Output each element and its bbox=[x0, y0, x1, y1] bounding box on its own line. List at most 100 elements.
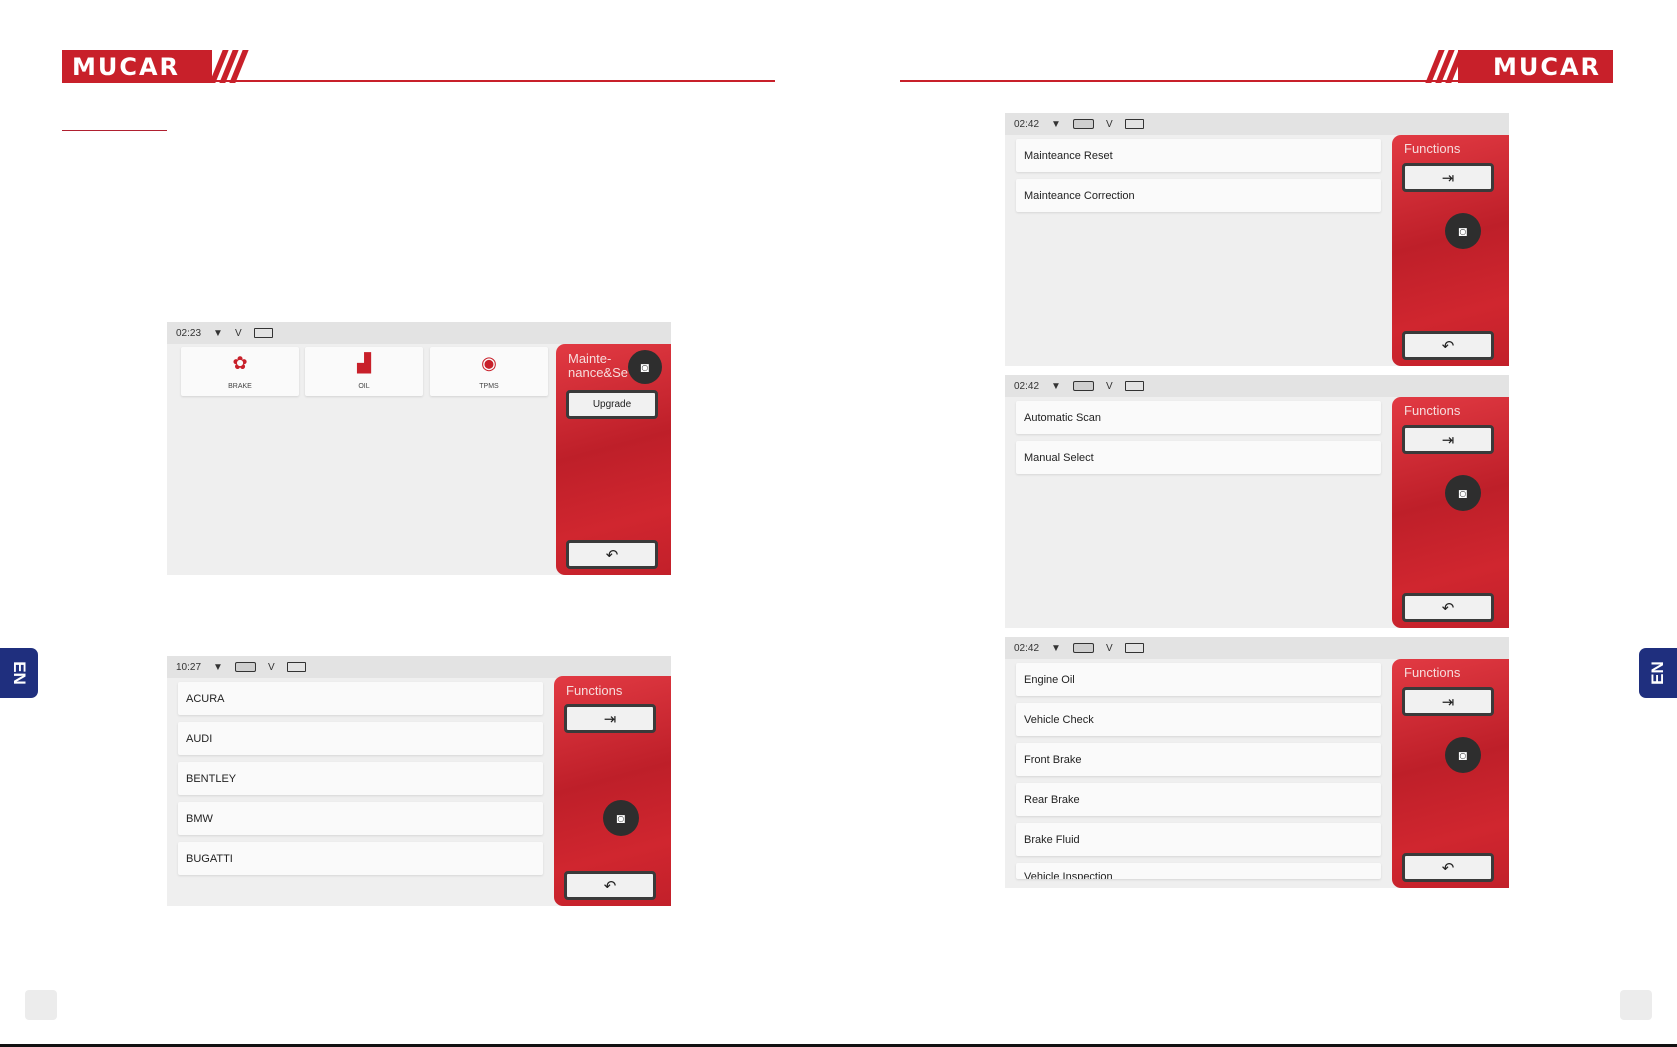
mucar-logo-right: MUCAR bbox=[1458, 50, 1613, 83]
camera-icon[interactable]: ◙ bbox=[1445, 213, 1481, 249]
wifi-icon: ▼ bbox=[1051, 118, 1061, 130]
page-number-box-right bbox=[1620, 990, 1652, 1020]
screenshot-scan-mode: 02:42 ▼ V Automatic Scan Manual Select F… bbox=[1005, 375, 1509, 628]
logo-stripes-left bbox=[209, 50, 250, 83]
list-item[interactable]: Manual Select bbox=[1016, 441, 1381, 474]
tile-label: BRAKE bbox=[228, 383, 252, 390]
function-list: Engine Oil Vehicle Check Front Brake Rea… bbox=[1016, 663, 1381, 886]
function-panel: Mainte-nance&Se ◙ Upgrade ↶ bbox=[556, 344, 671, 575]
status-voltage: V bbox=[1105, 642, 1113, 654]
list-item[interactable]: Engine Oil bbox=[1016, 663, 1381, 696]
exit-button[interactable]: ⇥ bbox=[1402, 425, 1494, 454]
exit-icon: ⇥ bbox=[1441, 693, 1455, 711]
language-tab-left: EN bbox=[0, 648, 38, 698]
status-bar: 02:42 ▼ V bbox=[1005, 637, 1509, 659]
list-item[interactable]: Automatic Scan bbox=[1016, 401, 1381, 434]
wifi-icon: ▼ bbox=[1051, 642, 1061, 654]
status-time: 02:23 bbox=[176, 327, 202, 339]
section-heading-underline bbox=[62, 130, 167, 131]
vci-icon bbox=[1072, 381, 1094, 391]
tile-label: TPMS bbox=[479, 383, 499, 390]
back-icon: ↶ bbox=[605, 546, 619, 564]
exit-icon: ⇥ bbox=[1441, 431, 1455, 449]
screenshot-maintenance-reset: 02:42 ▼ V Mainteance Reset Mainteance Co… bbox=[1005, 113, 1509, 366]
back-button[interactable]: ↶ bbox=[1402, 593, 1494, 622]
status-time: 10:27 bbox=[176, 661, 202, 673]
status-voltage: V bbox=[267, 661, 275, 673]
list-item[interactable]: ACURA bbox=[178, 682, 543, 715]
exit-button[interactable]: ⇥ bbox=[1402, 163, 1494, 192]
status-voltage: V bbox=[234, 327, 242, 339]
panel-title: Functions bbox=[1404, 665, 1461, 680]
list-item[interactable]: Mainteance Correction bbox=[1016, 179, 1381, 212]
make-list: ACURA AUDI BENTLEY BMW BUGATTI bbox=[178, 682, 543, 882]
battery-icon bbox=[253, 328, 273, 338]
logo-text: MUCAR bbox=[72, 52, 181, 81]
exit-button[interactable]: ⇥ bbox=[564, 704, 656, 733]
back-icon: ↶ bbox=[1441, 599, 1455, 617]
wifi-icon: ▼ bbox=[1051, 380, 1061, 392]
back-button[interactable]: ↶ bbox=[566, 540, 658, 569]
list-item[interactable]: Front Brake bbox=[1016, 743, 1381, 776]
wifi-icon: ▼ bbox=[213, 327, 223, 339]
function-list: Automatic Scan Manual Select bbox=[1016, 401, 1381, 481]
panel-title: Functions bbox=[1404, 403, 1461, 418]
screenshot-maintenance-menu: 02:23 ▼ V ✿ BRAKE ▟ OIL ◉ TPMS Mainte-na… bbox=[167, 322, 671, 575]
battery-icon bbox=[286, 662, 306, 672]
wifi-icon: ▼ bbox=[213, 661, 223, 673]
list-item[interactable]: AUDI bbox=[178, 722, 543, 755]
status-time: 02:42 bbox=[1014, 118, 1040, 130]
tile-label: OIL bbox=[358, 383, 370, 390]
status-bar: 02:23 ▼ V bbox=[167, 322, 671, 344]
language-tab-label: EN bbox=[10, 661, 29, 685]
list-item[interactable]: Mainteance Reset bbox=[1016, 139, 1381, 172]
camera-icon[interactable]: ◙ bbox=[603, 800, 639, 836]
camera-icon[interactable]: ◙ bbox=[628, 350, 662, 384]
back-icon: ↶ bbox=[1441, 859, 1455, 877]
battery-icon bbox=[1124, 381, 1144, 391]
function-panel: Functions ⇥ ◙ ↶ bbox=[554, 676, 671, 906]
list-item[interactable]: Vehicle Check bbox=[1016, 703, 1381, 736]
camera-icon[interactable]: ◙ bbox=[1445, 475, 1481, 511]
status-time: 02:42 bbox=[1014, 380, 1040, 392]
status-bar: 02:42 ▼ V bbox=[1005, 113, 1509, 135]
list-item[interactable]: BENTLEY bbox=[178, 762, 543, 795]
function-list: Mainteance Reset Mainteance Correction bbox=[1016, 139, 1381, 219]
battery-icon bbox=[1124, 643, 1144, 653]
camera-icon[interactable]: ◙ bbox=[1445, 737, 1481, 773]
back-button[interactable]: ↶ bbox=[1402, 853, 1494, 882]
tile-oil[interactable]: ▟ OIL bbox=[305, 347, 423, 396]
list-item[interactable]: Rear Brake bbox=[1016, 783, 1381, 816]
function-panel: Functions ⇥ ◙ ↶ bbox=[1392, 659, 1509, 888]
screenshot-vehicle-makes: 10:27 ▼ V ACURA AUDI BENTLEY BMW BUGATTI… bbox=[167, 656, 671, 906]
battery-icon bbox=[1124, 119, 1144, 129]
exit-icon: ⇥ bbox=[1441, 169, 1455, 187]
function-panel: Functions ⇥ ◙ ↶ bbox=[1392, 135, 1509, 366]
header-rule-right bbox=[900, 80, 1612, 82]
page-number-box-left bbox=[25, 990, 57, 1020]
status-bar: 10:27 ▼ V bbox=[167, 656, 671, 678]
status-voltage: V bbox=[1105, 118, 1113, 130]
list-item[interactable]: BMW bbox=[178, 802, 543, 835]
status-voltage: V bbox=[1105, 380, 1113, 392]
header-rule-left bbox=[62, 80, 775, 82]
status-time: 02:42 bbox=[1014, 642, 1040, 654]
exit-icon: ⇥ bbox=[603, 710, 617, 728]
back-icon: ↶ bbox=[1441, 337, 1455, 355]
exit-button[interactable]: ⇥ bbox=[1402, 687, 1494, 716]
back-button[interactable]: ↶ bbox=[1402, 331, 1494, 360]
function-panel: Functions ⇥ ◙ ↶ bbox=[1392, 397, 1509, 628]
panel-title: Functions bbox=[566, 683, 623, 698]
list-item[interactable]: BUGATTI bbox=[178, 842, 543, 875]
status-bar: 02:42 ▼ V bbox=[1005, 375, 1509, 397]
tile-tpms[interactable]: ◉ TPMS bbox=[430, 347, 548, 396]
list-item[interactable]: Vehicle Inspection bbox=[1016, 863, 1381, 879]
back-button[interactable]: ↶ bbox=[564, 871, 656, 900]
upgrade-button[interactable]: Upgrade bbox=[566, 390, 658, 419]
list-item[interactable]: Brake Fluid bbox=[1016, 823, 1381, 856]
brake-icon: ✿ bbox=[232, 353, 248, 373]
vci-icon bbox=[1072, 119, 1094, 129]
oil-can-icon: ▟ bbox=[357, 353, 371, 373]
vci-icon bbox=[234, 662, 256, 672]
tile-brake[interactable]: ✿ BRAKE bbox=[181, 347, 299, 396]
